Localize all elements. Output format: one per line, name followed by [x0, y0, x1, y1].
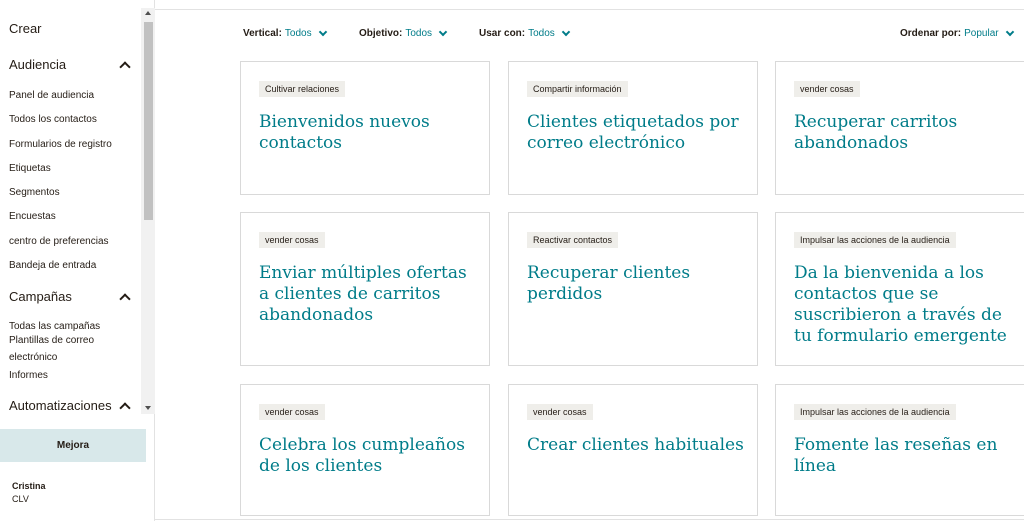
chevron-up-icon — [119, 292, 131, 305]
card-title[interactable]: Da la bienvenida a los contactos que se … — [794, 263, 1014, 347]
sidebar-nav: Crear Audiencia Panel de audiencia Todos… — [0, 0, 155, 414]
journey-card[interactable]: vender cosas Recuperar carritos abandona… — [775, 61, 1024, 195]
nav-item-inbox[interactable]: Bandeja de entrada — [9, 260, 96, 271]
filter-objective-value[interactable]: Todos — [405, 28, 432, 39]
nav-item-email-templates[interactable]: Plantillas de correo electrónico — [9, 332, 119, 366]
user-org: CLV — [12, 494, 29, 504]
section-campaigns[interactable]: Campañas — [9, 289, 131, 305]
journey-card[interactable]: vender cosas Enviar múltiples ofertas a … — [240, 212, 490, 366]
filter-vertical[interactable]: Vertical: Todos — [243, 27, 327, 39]
card-title[interactable]: Celebra los cumpleaños de los clientes — [259, 435, 479, 477]
footer-divider — [155, 519, 1024, 520]
journey-card[interactable]: Reactivar contactos Recuperar clientes p… — [508, 212, 758, 366]
section-automations[interactable]: Automatizaciones — [9, 398, 131, 414]
card-tag: Cultivar relaciones — [259, 81, 346, 97]
card-tag: vender cosas — [794, 81, 860, 97]
card-tag: Impulsar las acciones de la audiencia — [794, 232, 956, 248]
card-tag: Reactivar contactos — [527, 232, 619, 248]
journey-card[interactable]: Impulsar las acciones de la audiencia Da… — [775, 212, 1024, 366]
scrollbar-thumb[interactable] — [144, 22, 153, 220]
card-title[interactable]: Fomente las reseñas en línea — [794, 435, 1014, 477]
filter-vertical-label: Vertical: — [243, 28, 282, 39]
nav-item-audience-dashboard[interactable]: Panel de audiencia — [9, 90, 94, 101]
chevron-down-icon[interactable] — [438, 27, 448, 37]
card-title[interactable]: Bienvenidos nuevos contactos — [259, 112, 479, 154]
scroll-down-arrow-icon[interactable] — [145, 406, 151, 410]
nav-create[interactable]: Crear — [9, 21, 42, 36]
filter-vertical-value[interactable]: Todos — [285, 28, 312, 39]
chevron-down-icon[interactable] — [318, 27, 327, 37]
filter-use-with[interactable]: Usar con: Todos — [479, 27, 571, 39]
journey-card[interactable]: Compartir información Clientes etiquetad… — [508, 61, 758, 195]
card-title[interactable]: Enviar múltiples ofertas a clientes de c… — [259, 263, 479, 326]
chevron-down-icon[interactable] — [561, 27, 571, 37]
upgrade-button[interactable]: Mejora — [0, 429, 146, 462]
card-title[interactable]: Recuperar carritos abandonados — [794, 112, 1014, 154]
filter-use-with-label: Usar con: — [479, 28, 526, 39]
journey-card[interactable]: vender cosas Celebra los cumpleaños de l… — [240, 384, 490, 516]
section-audience[interactable]: Audiencia — [9, 57, 131, 73]
sidebar: Crear Audiencia Panel de audiencia Todos… — [0, 0, 155, 521]
card-tag: vender cosas — [527, 404, 593, 420]
card-title[interactable]: Recuperar clientes perdidos — [527, 263, 747, 305]
card-tag: vender cosas — [259, 404, 325, 420]
scroll-up-arrow-icon[interactable] — [145, 11, 151, 15]
chevron-up-icon — [119, 401, 131, 414]
nav-item-surveys[interactable]: Encuestas — [9, 211, 56, 222]
card-title[interactable]: Clientes etiquetados por correo electrón… — [527, 112, 747, 154]
card-tag: vender cosas — [259, 232, 325, 248]
section-campaigns-label: Campañas — [9, 289, 72, 304]
nav-item-tags[interactable]: Etiquetas — [9, 163, 51, 174]
filter-objective[interactable]: Objetivo: Todos — [359, 27, 448, 39]
nav-item-reports[interactable]: Informes — [9, 370, 48, 381]
card-tag: Impulsar las acciones de la audiencia — [794, 404, 956, 420]
filter-use-with-value[interactable]: Todos — [528, 28, 555, 39]
chevron-down-icon[interactable] — [1005, 27, 1014, 37]
sort-by-label: Ordenar por: — [900, 28, 962, 39]
nav-item-signup-forms[interactable]: Formularios de registro — [9, 139, 112, 150]
journey-card[interactable]: vender cosas Crear clientes habituales — [508, 384, 758, 516]
user-name[interactable]: Cristina — [12, 481, 46, 491]
card-title[interactable]: Crear clientes habituales — [527, 435, 747, 456]
section-audience-label: Audiencia — [9, 57, 67, 72]
card-tag: Compartir información — [527, 81, 628, 97]
journey-card[interactable]: Cultivar relaciones Bienvenidos nuevos c… — [240, 61, 490, 195]
nav-item-preference-center[interactable]: centro de preferencias — [9, 236, 109, 247]
nav-item-all-contacts[interactable]: Todos los contactos — [9, 114, 97, 125]
journey-card[interactable]: Impulsar las acciones de la audiencia Fo… — [775, 384, 1024, 516]
sort-by-value[interactable]: Popular — [964, 28, 998, 39]
chevron-up-icon — [119, 60, 131, 73]
sidebar-scrollbar[interactable] — [141, 8, 155, 414]
header-divider — [155, 9, 1024, 10]
nav-item-segments[interactable]: Segmentos — [9, 187, 60, 198]
filter-objective-label: Objetivo: — [359, 28, 403, 39]
section-automations-label: Automatizaciones — [9, 398, 112, 413]
sort-by[interactable]: Ordenar por: Popular — [900, 27, 1014, 39]
nav-item-all-campaigns[interactable]: Todas las campañas — [9, 321, 100, 332]
